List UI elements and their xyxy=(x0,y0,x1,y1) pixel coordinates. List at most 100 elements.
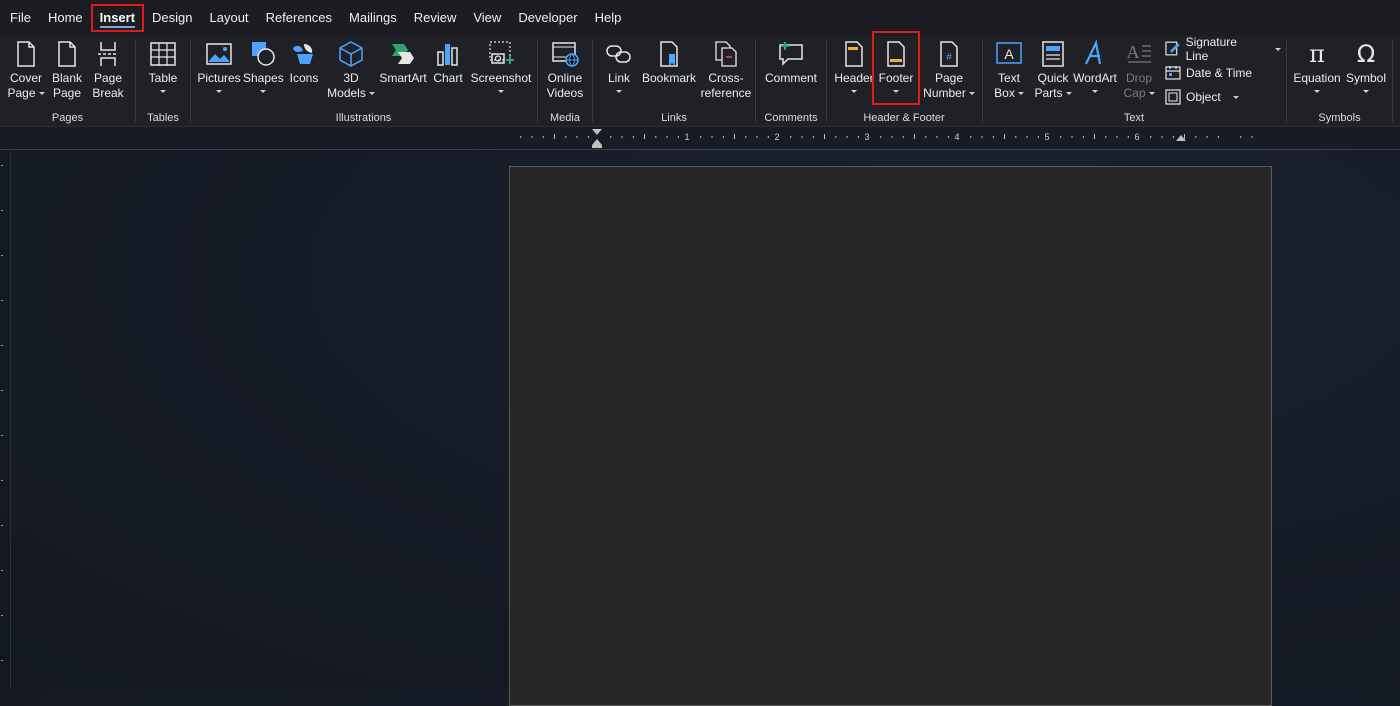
text-box-button[interactable]: A Text Box xyxy=(988,38,1030,108)
group-pages: Cover Page Blank Page Page Break Pages xyxy=(0,36,135,126)
document-page[interactable] xyxy=(509,166,1272,706)
tab-developer[interactable]: Developer xyxy=(510,5,585,31)
tab-home[interactable]: Home xyxy=(40,5,91,31)
vertical-ruler-tick xyxy=(1,255,3,256)
chevron-down-icon xyxy=(968,92,975,96)
chevron-down-icon xyxy=(1017,92,1024,96)
smartart-icon xyxy=(392,44,414,64)
calendar-icon xyxy=(1165,66,1181,80)
tab-file[interactable]: File xyxy=(2,5,39,31)
tab-view[interactable]: View xyxy=(465,5,509,31)
date-time-button[interactable]: Date & Time xyxy=(1165,62,1281,84)
drop-cap-label-2: Cap xyxy=(1123,86,1146,100)
equation-label: Equation xyxy=(1293,71,1341,85)
blank-page-label-2: Page xyxy=(52,86,82,100)
tab-references[interactable]: References xyxy=(258,5,340,31)
text-box-icon: A xyxy=(996,42,1022,64)
vertical-ruler[interactable] xyxy=(0,149,11,688)
ruler-tick xyxy=(1026,136,1028,138)
header-icon xyxy=(845,41,863,67)
quick-parts-icon xyxy=(1042,41,1064,67)
vertical-ruler-tick xyxy=(1,300,3,301)
wordart-icon xyxy=(1085,40,1102,65)
chevron-down-icon xyxy=(160,90,166,93)
date-time-label: Date & Time xyxy=(1186,66,1253,80)
header-button[interactable]: Header xyxy=(833,38,875,108)
chevron-down-icon xyxy=(616,90,622,93)
ruler-tick xyxy=(1060,136,1062,138)
ruler-tick xyxy=(610,136,612,138)
cover-page-label-2: Page xyxy=(7,86,36,100)
group-illustrations: Pictures Shapes Icons 3D Models SmartArt… xyxy=(191,36,536,126)
vertical-ruler-tick xyxy=(1,525,3,526)
quick-parts-label-1: Quick xyxy=(1037,71,1069,85)
signature-line-button[interactable]: Signature Line xyxy=(1165,35,1281,63)
svg-text:A: A xyxy=(1004,46,1014,62)
first-line-indent-marker[interactable] xyxy=(592,129,602,135)
table-icon xyxy=(150,42,176,66)
chart-button[interactable]: Chart xyxy=(429,38,467,108)
footer-icon xyxy=(887,41,905,67)
ruler-tick xyxy=(981,136,983,138)
comment-button[interactable]: Comment xyxy=(762,38,820,108)
cover-page-button[interactable]: Cover Page xyxy=(5,38,47,108)
3d-models-button[interactable]: 3D Models xyxy=(325,38,377,108)
page-break-button[interactable]: Page Break xyxy=(89,38,127,108)
table-button[interactable]: Table xyxy=(142,38,184,108)
drop-cap-icon: A xyxy=(1127,42,1151,63)
horizontal-ruler[interactable]: 1 2 3 4 5 6 xyxy=(0,127,1400,150)
ruler-tick xyxy=(880,136,882,138)
chevron-down-icon xyxy=(1314,90,1320,93)
ruler-tick xyxy=(666,136,668,138)
cross-reference-button[interactable]: Cross- reference xyxy=(699,38,753,108)
page-number-button[interactable]: # Page Number xyxy=(921,38,977,108)
drop-cap-button[interactable]: A Drop Cap xyxy=(1121,38,1157,108)
ruler-tick xyxy=(756,136,758,138)
quick-parts-button[interactable]: Quick Parts xyxy=(1031,38,1075,108)
ruler-tick xyxy=(587,136,589,138)
ruler-tick xyxy=(824,134,825,139)
vertical-ruler-tick xyxy=(1,615,3,616)
page-break-label-1: Page xyxy=(93,71,123,85)
tab-design[interactable]: Design xyxy=(144,5,200,31)
equation-button[interactable]: π Equation xyxy=(1291,38,1343,108)
ruler-tick xyxy=(891,136,893,138)
wordart-button[interactable]: WordArt xyxy=(1071,38,1119,108)
vertical-ruler-tick xyxy=(1,570,3,571)
screenshot-button[interactable]: Screenshot xyxy=(469,38,533,108)
ruler-tick xyxy=(1037,136,1039,138)
ruler-tick xyxy=(1217,136,1219,138)
bookmark-button[interactable]: Bookmark xyxy=(641,38,697,108)
smartart-button[interactable]: SmartArt xyxy=(379,38,427,108)
group-tables: Table Tables xyxy=(136,36,190,126)
cover-page-label-1: Cover xyxy=(9,71,42,85)
ruler-tick xyxy=(1206,136,1208,138)
page-break-label-2: Break xyxy=(92,86,124,100)
online-videos-button[interactable]: Online Videos xyxy=(543,38,587,108)
ruler-tick xyxy=(722,136,724,138)
tab-review[interactable]: Review xyxy=(406,5,465,31)
link-label: Link xyxy=(607,71,630,85)
tab-layout[interactable]: Layout xyxy=(202,5,257,31)
svg-text:#: # xyxy=(946,52,952,63)
ruler-tick xyxy=(1105,136,1107,138)
shapes-button[interactable]: Shapes xyxy=(243,38,284,108)
tab-help[interactable]: Help xyxy=(587,5,630,31)
symbol-button[interactable]: Ω Symbol xyxy=(1343,38,1389,108)
cross-reference-label-1: Cross- xyxy=(708,71,744,85)
chevron-down-icon xyxy=(893,90,899,93)
link-button[interactable]: Link xyxy=(599,38,639,108)
icons-button[interactable]: Icons xyxy=(285,38,323,108)
comment-label: Comment xyxy=(764,71,817,85)
smartart-label: SmartArt xyxy=(379,71,427,85)
tab-mailings[interactable]: Mailings xyxy=(341,5,405,31)
pictures-button[interactable]: Pictures xyxy=(197,38,241,108)
left-indent-marker[interactable] xyxy=(592,139,602,148)
drop-cap-label-1: Drop xyxy=(1125,71,1152,85)
blank-page-button[interactable]: Blank Page xyxy=(48,38,86,108)
group-symbols: π Equation Ω Symbol Symbols xyxy=(1287,36,1392,126)
object-button[interactable]: Object xyxy=(1165,86,1281,108)
ruler-tick xyxy=(700,136,702,138)
tab-insert[interactable]: Insert xyxy=(90,4,145,32)
footer-button[interactable]: Footer xyxy=(872,31,920,105)
